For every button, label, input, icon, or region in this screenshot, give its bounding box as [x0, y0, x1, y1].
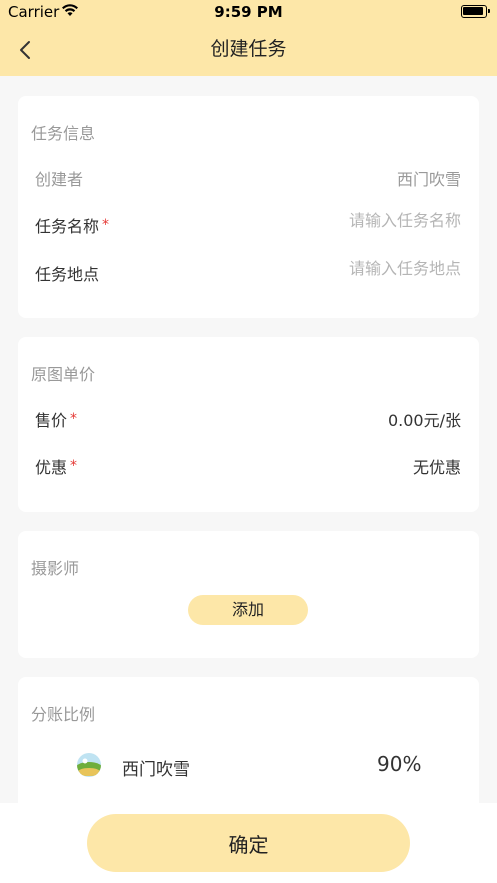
task-name-label: 任务名称 *: [35, 213, 109, 237]
task-location-input[interactable]: [201, 259, 461, 278]
page-title: 创建任务: [210, 38, 287, 60]
sale-price-label-text: 售价: [35, 411, 68, 430]
split-percent[interactable]: 90%: [377, 752, 421, 776]
split-ratio-title: 分账比例: [31, 705, 96, 724]
discount-value[interactable]: 无优惠: [413, 454, 461, 478]
task-name-input[interactable]: [201, 211, 461, 230]
status-bar: Carrier 9:59 PM: [0, 0, 497, 24]
split-name: 西门吹雪: [122, 760, 190, 780]
photographer-card: 摄影师 添加: [18, 531, 479, 658]
required-mark: *: [70, 411, 78, 427]
task-info-title: 任务信息: [31, 124, 96, 143]
task-location-label: 任务地点: [35, 265, 100, 284]
nav-bar: 创建任务: [0, 24, 497, 76]
price-title: 原图单价: [31, 365, 96, 384]
add-photographer-button[interactable]: 添加: [188, 595, 308, 625]
discount-label: 优惠 *: [35, 454, 77, 478]
confirm-button[interactable]: 确定: [87, 814, 410, 872]
sale-price-value[interactable]: 0.00元/张: [388, 407, 461, 431]
avatar: [77, 753, 101, 777]
discount-label-text: 优惠: [35, 458, 68, 477]
bottom-bar: 确定: [0, 803, 497, 883]
task-name-label-text: 任务名称: [35, 217, 100, 236]
battery-icon: [461, 5, 490, 18]
required-mark: *: [70, 458, 78, 474]
task-info-card: 任务信息 创建者 西门吹雪 任务名称* 任务地点: [18, 96, 479, 318]
clock: 9:59 PM: [214, 3, 283, 21]
price-card: 原图单价 售价 * 0.00元/张 优惠 * 无优惠: [18, 337, 479, 512]
required-mark: *: [102, 217, 110, 233]
sale-price-label: 售价 *: [35, 407, 77, 431]
creator-label: 创建者: [35, 170, 84, 189]
creator-value: 西门吹雪: [396, 170, 461, 189]
photographer-title: 摄影师: [31, 559, 80, 578]
